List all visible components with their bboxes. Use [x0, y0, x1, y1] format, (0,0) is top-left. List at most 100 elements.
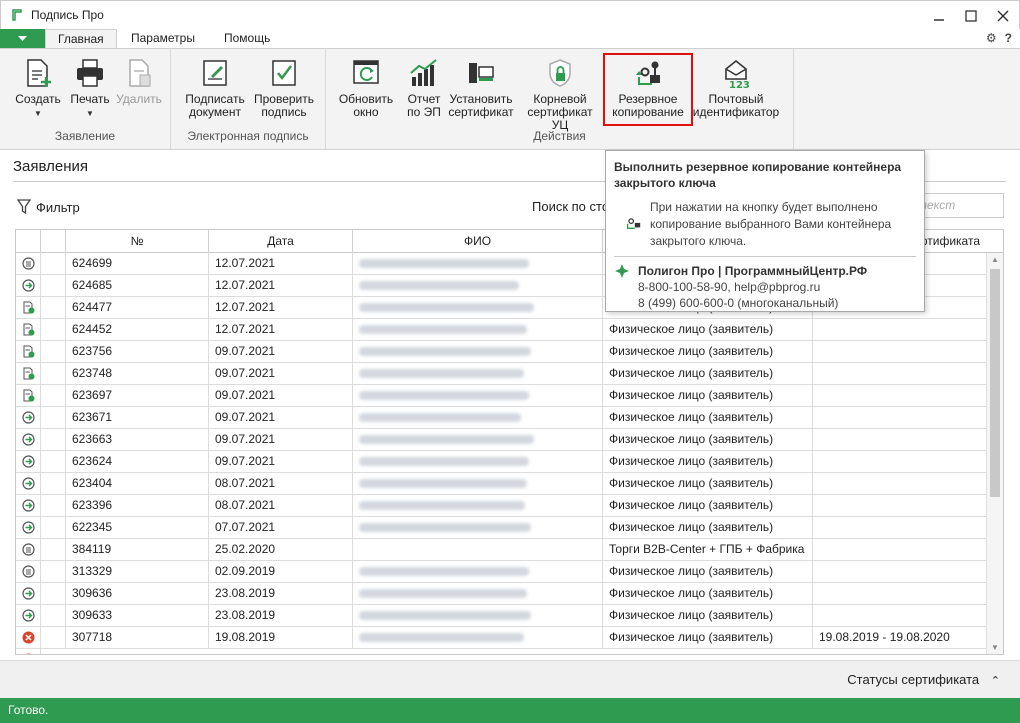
row-number: 309636: [66, 583, 209, 604]
table-row[interactable]: 623748 09.07.2021 Физическое лицо (заявите…: [16, 363, 988, 385]
table-row[interactable]: 623396 08.07.2021 Физическое лицо (заявите…: [16, 495, 988, 517]
vertical-scrollbar[interactable]: ▲ ▼: [986, 253, 1003, 654]
row-date: 09.07.2021: [209, 429, 353, 450]
row-extra-cell: [41, 385, 66, 406]
tooltip-title-line2: закрытого ключа: [614, 176, 716, 190]
tabs-right-tools: ⚙ ?: [986, 31, 1012, 45]
row-role: Физическое лицо (заявитель): [603, 561, 813, 582]
table-row[interactable]: 384119 25.02.2020 Торги B2B-Center + ГПБ +…: [16, 539, 988, 561]
row-certificate-period: [813, 341, 988, 362]
column-header-status[interactable]: [41, 230, 66, 253]
sign-document-button[interactable]: Подписать документ: [183, 57, 247, 119]
report-ep-button[interactable]: Отчет по ЭП: [402, 57, 446, 119]
row-fio-blurred: [353, 297, 603, 318]
scrollbar-thumb[interactable]: [990, 269, 1000, 497]
row-number: 623697: [66, 385, 209, 406]
minimize-button[interactable]: [923, 1, 955, 30]
table-row[interactable]: 622345 07.07.2021 Физическое лицо (заявите…: [16, 517, 988, 539]
row-status-cell: [16, 517, 41, 538]
column-header-select[interactable]: [16, 230, 41, 253]
backup-label-line2: копирование: [612, 105, 684, 119]
delete-document-icon: [129, 59, 151, 87]
table-row[interactable]: 623671 09.07.2021 Физическое лицо (заявите…: [16, 407, 988, 429]
row-certificate-period: [813, 539, 988, 560]
status-arrow-icon: [21, 477, 35, 490]
root-certificate-button[interactable]: Корневой сертификат УЦ: [518, 57, 602, 132]
row-number: 623756: [66, 341, 209, 362]
search-label: Поиск по сто: [532, 199, 610, 214]
tab-main[interactable]: Главная: [45, 29, 117, 49]
row-date: 25.02.2020: [209, 539, 353, 560]
status-list-icon: [21, 565, 35, 578]
table-row[interactable]: 624452 12.07.2021 Физическое лицо (заявите…: [16, 319, 988, 341]
filter-label: Фильтр: [36, 199, 80, 215]
table-row[interactable]: 309633 23.08.2019 Физическое лицо (заявите…: [16, 605, 988, 627]
help-question-icon[interactable]: ?: [1005, 31, 1012, 45]
row-number: 623404: [66, 473, 209, 494]
row-status-cell: [16, 363, 41, 384]
column-header-number[interactable]: №: [66, 230, 209, 253]
row-fio-blurred: [353, 583, 603, 604]
row-date: 12.07.2021: [209, 253, 353, 274]
certificate-status-toggle[interactable]: Статусы сертификата ⌃: [847, 672, 1000, 687]
mail-identifier-button[interactable]: 123 Почтовый идентификатор: [692, 57, 780, 119]
row-date: 23.08.2019: [209, 583, 353, 604]
minimize-icon: [934, 18, 944, 21]
status-arrow-icon: [21, 499, 35, 512]
column-header-fio[interactable]: ФИО: [353, 230, 603, 253]
title-bar: Подпись Про: [0, 0, 1020, 29]
print-button[interactable]: Печать ▼: [67, 57, 113, 120]
table-row-partial[interactable]: [16, 649, 988, 654]
scroll-up-icon[interactable]: ▲: [987, 253, 1003, 267]
row-extra-cell: [41, 627, 66, 648]
row-fio-blurred: [353, 451, 603, 472]
row-role: Физическое лицо (заявитель): [603, 363, 813, 384]
verify-signature-button[interactable]: Проверить подпись: [251, 57, 317, 119]
report-chart-icon: [410, 59, 437, 86]
table-body: 62469912.07.2021Ф62468512.07.2021Ф624477…: [16, 253, 988, 654]
row-date: 09.07.2021: [209, 385, 353, 406]
row-status-cell: [16, 385, 41, 406]
tab-help[interactable]: Помощь: [212, 29, 282, 49]
table-row[interactable]: 623756 09.07.2021 Физическое лицо (заявите…: [16, 341, 988, 363]
table-row[interactable]: 623624 09.07.2021 Физическое лицо (заявите…: [16, 451, 988, 473]
delete-button[interactable]: Удалить: [114, 57, 164, 106]
status-error-icon: [25, 653, 31, 654]
install-certificate-button[interactable]: Установить сертификат: [447, 57, 515, 119]
table-row[interactable]: 307718 19.08.2019 Физическое лицо (заявите…: [16, 627, 988, 649]
status-arrow-icon: [21, 609, 35, 622]
row-certificate-period: [813, 451, 988, 472]
row-status-cell: [16, 253, 41, 274]
status-arrow-icon: [21, 411, 35, 424]
row-number: 623671: [66, 407, 209, 428]
maximize-button[interactable]: [955, 1, 987, 30]
row-role: Физическое лицо (заявитель): [603, 407, 813, 428]
table-row[interactable]: 309636 23.08.2019 Физическое лицо (заявите…: [16, 583, 988, 605]
tab-parameters[interactable]: Параметры: [119, 29, 207, 49]
app-menu-button[interactable]: [0, 29, 45, 49]
refresh-window-button[interactable]: Обновить окно: [338, 57, 394, 119]
row-number: 307718: [66, 627, 209, 648]
column-header-date[interactable]: Дата: [209, 230, 353, 253]
page-title: Заявления: [13, 158, 89, 175]
close-button[interactable]: [987, 1, 1019, 30]
table-row[interactable]: 623697 09.07.2021 Физическое лицо (заявите…: [16, 385, 988, 407]
settings-gear-icon[interactable]: ⚙: [986, 31, 997, 45]
print-label: Печать: [70, 92, 110, 106]
table-row[interactable]: 623663 09.07.2021 Физическое лицо (заявите…: [16, 429, 988, 451]
backup-copy-button[interactable]: Резервное копирование: [603, 53, 693, 126]
refresh-label-line2: окно: [353, 105, 379, 119]
ribbon-group-label-actions: Действия: [533, 129, 586, 143]
table-row[interactable]: 623404 08.07.2021 Физическое лицо (заявите…: [16, 473, 988, 495]
row-status-cell: [16, 407, 41, 428]
row-date: 09.07.2021: [209, 407, 353, 428]
ribbon-group-actions: Обновить окно Отчет по ЭП Установить сер…: [326, 49, 794, 149]
status-signed-document-icon: [23, 367, 34, 380]
row-date: 09.07.2021: [209, 451, 353, 472]
scroll-down-icon[interactable]: ▼: [987, 641, 1003, 654]
filter-button[interactable]: Фильтр: [17, 199, 80, 215]
table-row[interactable]: 313329 02.09.2019 Физическое лицо (заявите…: [16, 561, 988, 583]
row-number: 623663: [66, 429, 209, 450]
verify-label-line2: подпись: [261, 105, 307, 119]
create-button[interactable]: Создать ▼: [12, 57, 64, 120]
